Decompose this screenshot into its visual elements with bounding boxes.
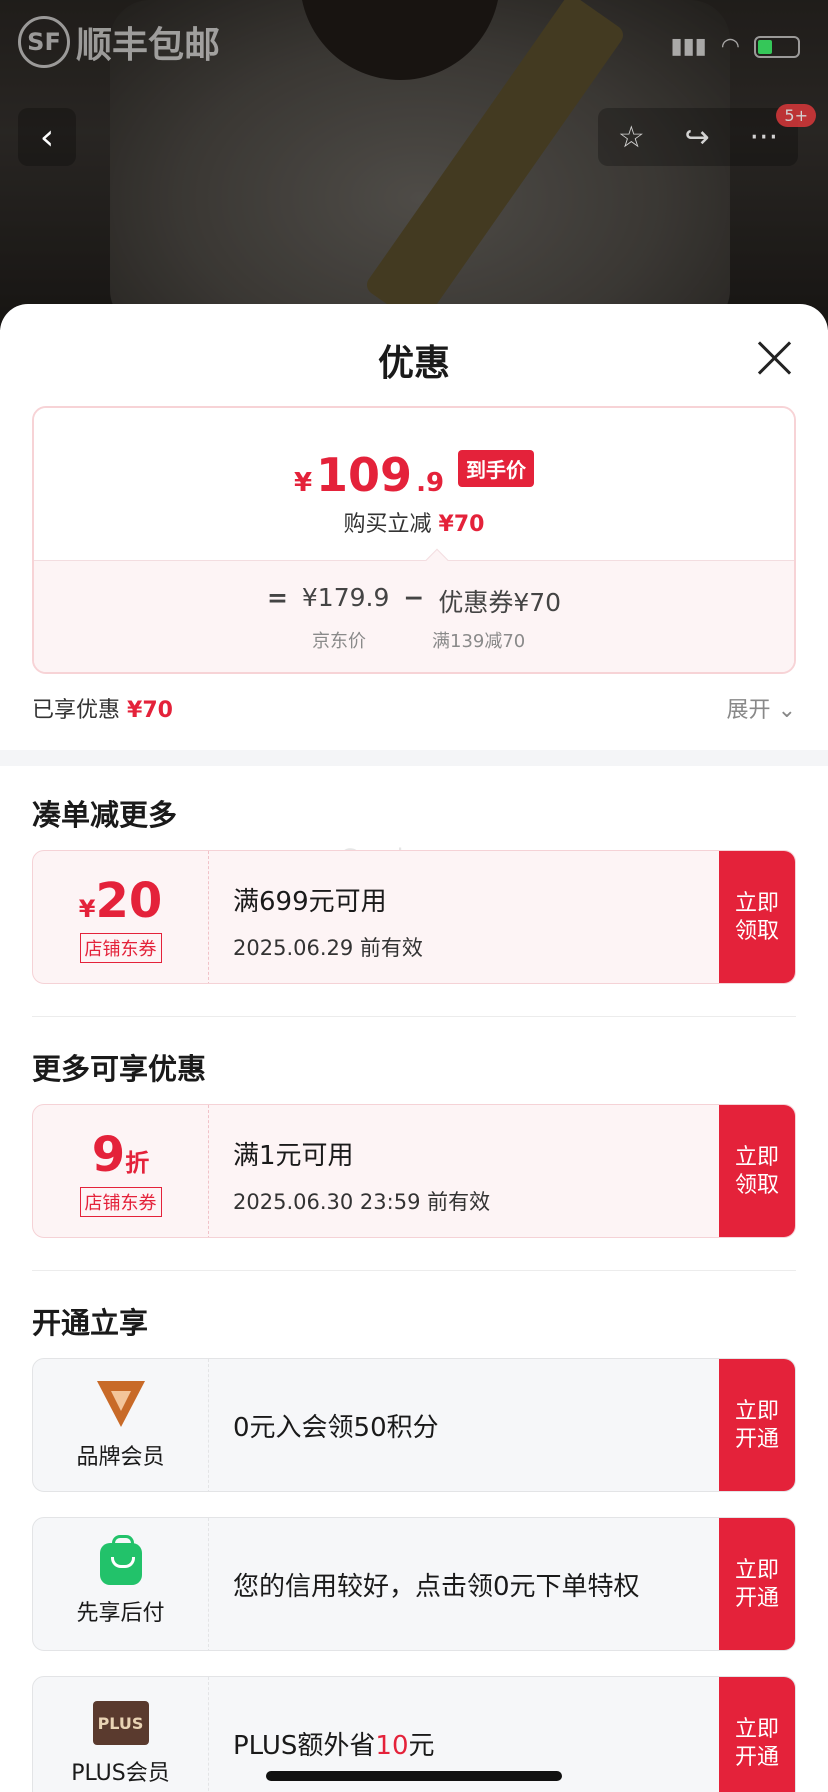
plus-text-pre: PLUS额外省 [233,1731,376,1761]
back-button[interactable]: ‹ [18,108,76,166]
final-price-tag: 到手价 [458,450,535,487]
membership-label: PLUS会员 [71,1761,170,1786]
coupon-card: ¥ 20 店铺东券 满699元可用 2025.06.29 前有效 立即领取 [32,850,796,984]
enjoyed-label: 已享优惠 [32,698,121,723]
brand-vip-icon [96,1381,145,1429]
sf-mark: SF [18,16,70,68]
claim-coupon-button[interactable]: 立即领取 [719,1105,795,1237]
signal-icon: ▮▮▮ [670,34,707,59]
formula-equals: = [266,583,288,612]
membership-icon-area: 先享后付 [33,1518,209,1650]
chevron-left-icon: ‹ [39,116,55,158]
enjoyed-value: ¥70 [127,698,173,723]
share-icon[interactable]: ↪ [685,120,710,155]
membership-label: 品牌会员 [76,1445,165,1470]
section-title-membership: 开通立享 [32,1306,149,1340]
jd-price-label: 京东价 [312,631,366,652]
divider [32,1016,796,1017]
message-badge: 5+ [776,104,816,127]
shopping-bag-icon [99,1535,142,1585]
coupon-store-tag: 店铺东券 [79,933,162,963]
coupon-condition: 满1元可用 [233,1141,354,1171]
status-icons: ▮▮▮ ◠ [670,34,800,59]
sf-logo-text: 顺丰包邮 [76,25,221,66]
activate-button[interactable]: 立即开通 [719,1677,795,1792]
formula-minus: − [403,583,425,612]
star-icon[interactable]: ☆ [618,120,645,155]
price-decimal: .9 [416,468,445,498]
membership-label: 先享后付 [76,1601,165,1626]
plus-icon: PLUS [92,1701,149,1745]
coupon-discount-suffix: 折 [125,1149,150,1177]
discount-sheet: 优惠 ¥ 109 .9 到手价 购买立减 ¥70 = ¥179.9 − 优惠券¥… [0,304,828,1792]
nav-actions: ☆ ↪ ··· [598,108,798,166]
claim-coupon-button[interactable]: 立即领取 [719,851,795,983]
coupon-card: 9 折 店铺东券 满1元可用 2025.06.30 23:59 前有效 立即领取 [32,1104,796,1238]
formula-coupon: 优惠券¥70 [438,588,562,617]
enjoyed-discount: 已享优惠 ¥70 [32,692,173,724]
membership-info: 0元入会领50积分 [233,1407,439,1444]
final-price: ¥ 109 .9 到手价 [34,448,794,502]
plus-text-post: 元 [408,1731,435,1761]
coupon-info: 满1元可用 2025.06.30 23:59 前有效 [233,1135,490,1216]
membership-text: 您的信用较好，点击领0元下单特权 [233,1572,640,1602]
coupon-amount-value: 20 [95,873,163,929]
price-formula: = ¥179.9 − 优惠券¥70 京东价 满139减70 [34,560,794,672]
close-icon[interactable] [754,338,794,378]
plus-text-amount: 10 [375,1731,409,1761]
sf-logo: SF 顺丰包邮 [18,16,220,68]
coupon-validity: 2025.06.29 前有效 [233,936,423,960]
battery-icon [754,35,800,58]
activate-button[interactable]: 立即开通 [719,1359,795,1491]
membership-text: 0元入会领50积分 [233,1413,439,1443]
section-title-more-orders: 凑单减更多 [32,798,178,832]
coupon-value: ¥ 20 店铺东券 [33,851,209,983]
home-indicator [266,1771,562,1781]
section-divider [0,750,828,766]
coupon-value: 9 折 店铺东券 [33,1105,209,1237]
sheet-title: 优惠 [377,343,450,384]
price-top: ¥ 109 .9 到手价 购买立减 ¥70 [34,408,794,560]
coupon-amount: ¥ 20 [79,873,163,929]
section-title-more-offers: 更多可享优惠 [32,1052,207,1086]
coupon-store-tag: 店铺东券 [79,1187,162,1217]
membership-text: PLUS额外省10元 [233,1725,435,1762]
expand-label: 展开 [726,698,771,723]
price-card: ¥ 109 .9 到手价 购买立减 ¥70 = ¥179.9 − 优惠券¥70 … [32,406,796,674]
reduce-label: 购买立减 [343,512,432,537]
coupon-amount: 9 折 [92,1127,149,1183]
membership-info: PLUS额外省10元 [233,1725,435,1762]
coupon-yen: ¥ [78,895,96,923]
more-icon[interactable]: ··· [750,120,779,155]
formula-row: = ¥179.9 − 优惠券¥70 [34,583,794,619]
chevron-down-icon: ⌄ [777,698,796,723]
membership-icon-area: 品牌会员 [33,1359,209,1491]
coupon-info: 满699元可用 2025.06.29 前有效 [233,881,423,962]
coupon-amount-value: 9 [91,1127,126,1183]
expand-button[interactable]: 展开 ⌄ [727,692,796,724]
wifi-icon: ◠ [720,34,740,59]
top-bar: SF 顺丰包邮 ▮▮▮ ◠ ‹ ☆ ↪ ··· 5+ [0,0,828,180]
membership-info: 您的信用较好，点击领0元下单特权 [233,1566,640,1603]
coupon-condition: 满699元可用 [233,887,387,917]
price-main: 109 [316,448,413,502]
coupon-validity: 2025.06.30 23:59 前有效 [233,1190,491,1214]
instant-reduce: 购买立减 ¥70 [34,506,794,538]
divider [32,1270,796,1271]
membership-card-brand: 品牌会员 0元入会领50积分 立即开通 [32,1358,796,1492]
membership-card-paylater: 先享后付 您的信用较好，点击领0元下单特权 立即开通 [32,1517,796,1651]
formula-price: ¥179.9 [301,583,390,612]
activate-button[interactable]: 立即开通 [719,1518,795,1650]
coupon-rule-label: 满139减70 [432,631,526,652]
membership-icon-area: PLUS PLUS会员 [33,1677,209,1792]
reduce-value: ¥70 [438,512,485,537]
price-yen: ¥ [293,468,313,498]
